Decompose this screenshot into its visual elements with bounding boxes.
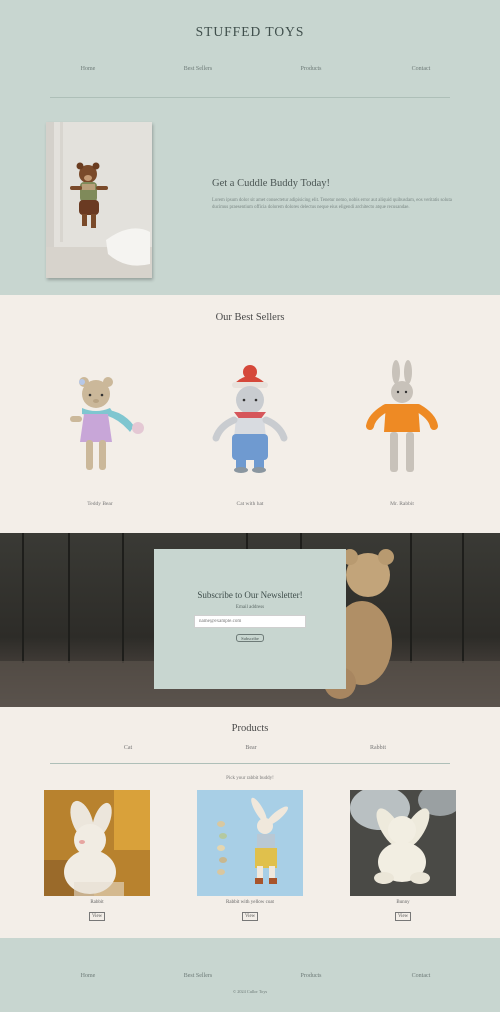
footer-nav-home[interactable]: Home	[81, 973, 96, 979]
tab-rabbit[interactable]: Rabbit	[370, 745, 386, 751]
view-button[interactable]: View	[242, 912, 258, 921]
bunny-photo-icon	[350, 790, 456, 896]
best-seller-label: Teddy Bear	[87, 501, 113, 507]
tab-cat[interactable]: Cat	[124, 745, 132, 751]
product-image[interactable]	[197, 790, 303, 896]
mr-rabbit-photo-icon	[366, 360, 438, 472]
best-seller-item[interactable]: Mr. Rabbit	[342, 360, 462, 507]
tab-hint: Pick your rabbit buddy!	[226, 776, 274, 781]
view-button[interactable]: View	[395, 912, 411, 921]
best-seller-item[interactable]: Teddy Bear	[40, 370, 160, 507]
nav-best-sellers[interactable]: Best Sellers	[184, 66, 213, 72]
footer-nav: Home Best Sellers Products Contact	[0, 973, 500, 985]
rabbit-photo-icon	[44, 790, 150, 896]
view-button[interactable]: View	[89, 912, 105, 921]
product-name: Rabbit with yellow coat	[226, 900, 274, 905]
nav-contact[interactable]: Contact	[412, 66, 431, 72]
footer: Home Best Sellers Products Contact © 202…	[0, 938, 500, 1012]
newsletter-card: Subscribe to Our Newsletter! Email addre…	[154, 549, 346, 689]
best-seller-label: Mr. Rabbit	[390, 501, 414, 507]
tab-bear[interactable]: Bear	[245, 745, 256, 751]
subscribe-button[interactable]: Subscribe	[236, 634, 264, 642]
teddy-bear-photo-icon	[70, 377, 144, 470]
footer-nav-products[interactable]: Products	[301, 973, 322, 979]
nav-home[interactable]: Home	[81, 66, 96, 72]
copyright: © 2024 Cullor Toys	[232, 989, 268, 994]
products-title: Products	[231, 723, 269, 734]
nav-products[interactable]: Products	[301, 66, 322, 72]
best-sellers-title: Our Best Sellers	[215, 312, 285, 323]
hero-bear-image	[46, 122, 152, 278]
top-nav: Home Best Sellers Products Contact	[0, 66, 500, 78]
rabbit-yellow-coat-photo-icon	[197, 790, 303, 896]
newsletter-title: Subscribe to Our Newsletter!	[197, 590, 303, 600]
brand-title[interactable]: STUFFED TOYS	[0, 24, 500, 40]
product-name: Bunny	[396, 900, 410, 905]
bear-photo-icon	[46, 122, 152, 278]
email-field[interactable]	[194, 615, 306, 628]
hero-title: Get a Cuddle Buddy Today!	[212, 178, 331, 189]
header: STUFFED TOYS Home Best Sellers Products …	[0, 0, 500, 295]
product-image[interactable]	[44, 790, 150, 896]
product-image[interactable]	[350, 790, 456, 896]
hero-text: Lorem ipsum dolor sit amet consectetur a…	[212, 198, 452, 210]
best-seller-label: Cat with hat	[236, 501, 264, 507]
cat-with-hat-photo-icon	[212, 365, 288, 473]
footer-nav-contact[interactable]: Contact	[412, 973, 431, 979]
header-divider	[50, 97, 450, 98]
tabs-divider	[50, 763, 450, 764]
email-label: Email address	[235, 605, 265, 610]
footer-nav-best-sellers[interactable]: Best Sellers	[184, 973, 213, 979]
best-seller-item[interactable]: Cat with hat	[190, 364, 310, 507]
product-name: Rabbit	[90, 900, 104, 905]
